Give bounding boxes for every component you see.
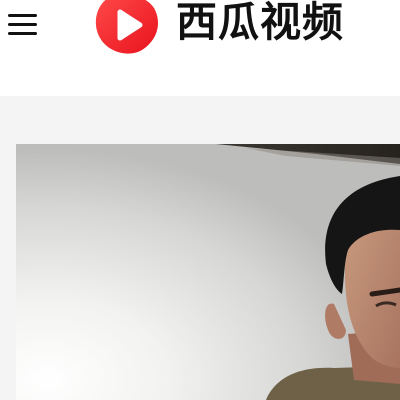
xigua-play-logo-icon (95, 0, 158, 54)
video-thumbnail[interactable] (16, 144, 400, 400)
feed-area (0, 96, 400, 400)
hamburger-menu-icon[interactable] (2, 6, 42, 42)
brand-name: 西瓜视频 (176, 0, 344, 46)
brand-logo[interactable]: 西瓜视频 (94, 0, 394, 56)
app-root: 西瓜视频 (0, 0, 400, 400)
man-in-room-thumbnail (16, 144, 400, 400)
top-header: 西瓜视频 (0, 0, 400, 96)
